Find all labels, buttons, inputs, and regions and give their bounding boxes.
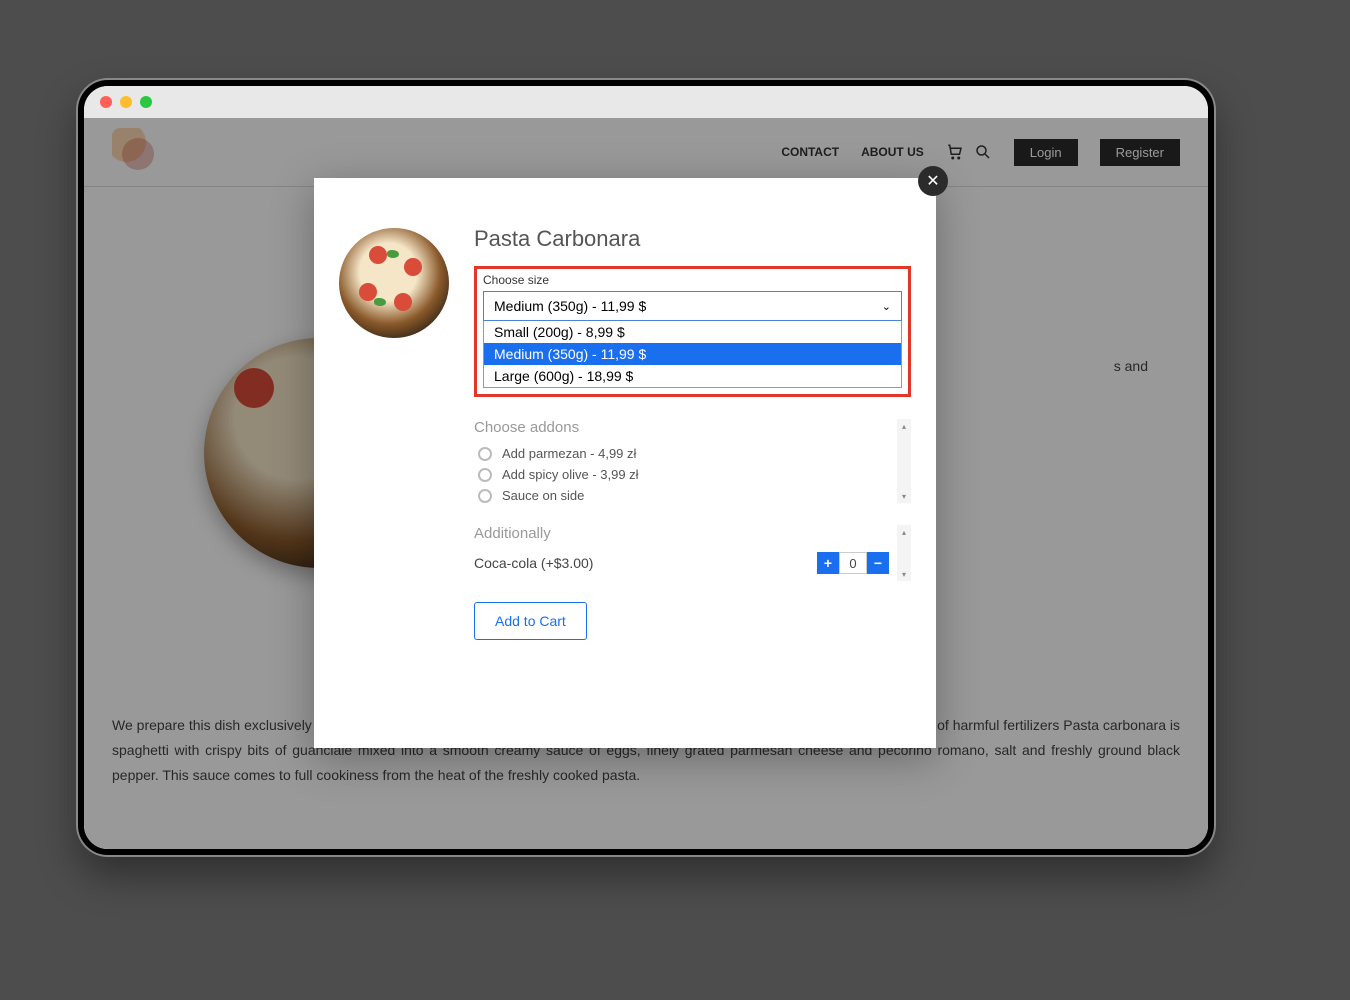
qty-value: 0	[839, 552, 867, 574]
chevron-down-icon: ⌄	[882, 300, 891, 313]
size-selected-value: Medium (350g) - 11,99 $	[494, 298, 646, 314]
size-option-small[interactable]: Small (200g) - 8,99 $	[484, 321, 901, 343]
scroll-down-icon: ▾	[897, 489, 911, 503]
addon-label: Sauce on side	[502, 488, 584, 503]
addon-label: Add parmezan - 4,99 zł	[502, 446, 636, 461]
addon-parmezan[interactable]: Add parmezan - 4,99 zł	[474, 446, 911, 461]
product-image	[339, 228, 449, 338]
radio-icon	[478, 447, 492, 461]
qty-plus-button[interactable]: +	[817, 552, 839, 574]
addon-sauce-on-side[interactable]: Sauce on side	[474, 488, 911, 503]
product-title: Pasta Carbonara	[474, 226, 911, 252]
addons-label: Choose addons	[474, 419, 911, 436]
size-section: Choose size Medium (350g) - 11,99 $ ⌄ Sm…	[474, 266, 911, 397]
product-modal: ✕ Pasta Carbonara Choose size Medium (35…	[314, 178, 936, 748]
additionally-section: Additionally Coca-cola (+$3.00) + 0 − ▴ …	[474, 525, 911, 574]
size-select[interactable]: Medium (350g) - 11,99 $ ⌄	[483, 291, 902, 321]
quantity-stepper: + 0 −	[817, 552, 889, 574]
size-option-large[interactable]: Large (600g) - 18,99 $	[484, 365, 901, 387]
scroll-up-icon: ▴	[897, 525, 911, 539]
window-titlebar	[84, 86, 1208, 118]
additionally-scrollbar[interactable]: ▴ ▾	[897, 525, 911, 581]
size-dropdown: Small (200g) - 8,99 $ Medium (350g) - 11…	[483, 321, 902, 388]
scroll-down-icon: ▾	[897, 567, 911, 581]
qty-minus-button[interactable]: −	[867, 552, 889, 574]
close-icon: ✕	[926, 171, 939, 191]
addons-section: Choose addons Add parmezan - 4,99 zł Add…	[474, 419, 911, 503]
add-to-cart-button[interactable]: Add to Cart	[474, 602, 587, 640]
close-dot[interactable]	[100, 96, 112, 108]
scroll-up-icon: ▴	[897, 419, 911, 433]
addon-label: Add spicy olive - 3,99 zł	[502, 467, 639, 482]
page: CONTACT ABOUT US Login Register s and We…	[84, 118, 1208, 849]
close-button[interactable]: ✕	[918, 166, 948, 196]
size-label: Choose size	[483, 273, 902, 287]
size-option-medium[interactable]: Medium (350g) - 11,99 $	[484, 343, 901, 365]
maximize-dot[interactable]	[140, 96, 152, 108]
additionally-label: Additionally	[474, 525, 911, 542]
radio-icon	[478, 489, 492, 503]
addons-scrollbar[interactable]: ▴ ▾	[897, 419, 911, 503]
radio-icon	[478, 468, 492, 482]
minimize-dot[interactable]	[120, 96, 132, 108]
tablet-frame: CONTACT ABOUT US Login Register s and We…	[78, 80, 1214, 855]
addon-spicy-olive[interactable]: Add spicy olive - 3,99 zł	[474, 467, 911, 482]
extra-item-label: Coca-cola (+$3.00)	[474, 555, 593, 571]
